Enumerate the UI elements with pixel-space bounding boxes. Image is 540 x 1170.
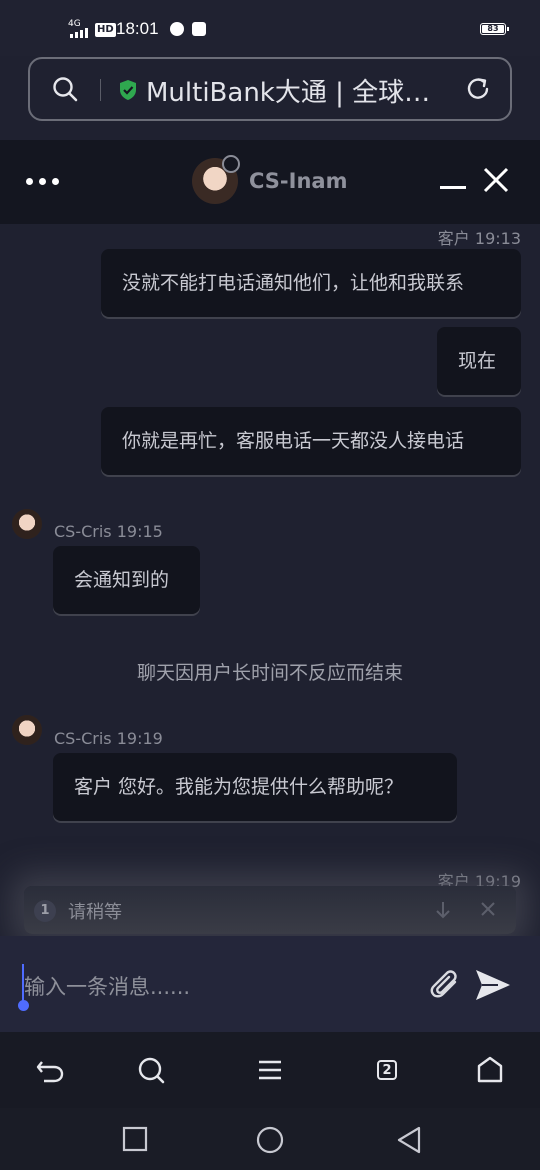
paperclip-icon[interactable] — [428, 968, 464, 1004]
battery-icon: 83 — [480, 23, 509, 35]
search-icon[interactable] — [52, 76, 78, 102]
shield-check-icon — [120, 80, 136, 100]
page-title[interactable]: MultiBank大通 | 全球… — [146, 72, 446, 109]
message-meta: CS-Cris 19:15 — [54, 522, 163, 541]
agent-avatar — [12, 509, 42, 539]
chat-header: CS-Inam — [0, 140, 540, 224]
agent-message: 会通知到的 — [53, 546, 200, 614]
menu-icon[interactable] — [254, 1054, 286, 1086]
close-icon[interactable] — [482, 166, 510, 194]
customer-message: 你就是再忙，客服电话一天都没人接电话 — [101, 407, 521, 475]
message-composer: 输入一条消息...... — [0, 936, 540, 1032]
close-icon[interactable] — [480, 901, 496, 917]
agent-name: CS-Inam — [249, 169, 348, 193]
address-bar[interactable]: MultiBank大通 | 全球… — [28, 57, 512, 121]
send-icon[interactable] — [474, 968, 512, 1002]
status-bar: 4G HD 18:01 83 — [0, 0, 540, 56]
customer-message: 没就不能打电话通知他们，让他和我联系 — [101, 249, 521, 317]
system-note: 聊天因用户长时间不反应而结束 — [136, 662, 403, 684]
waiting-banner: 1 请稍等 — [24, 886, 516, 934]
signal-icon — [70, 26, 92, 38]
waiting-text: 请稍等 — [68, 902, 122, 923]
search-icon[interactable] — [136, 1054, 168, 1086]
flash-icon — [192, 22, 206, 36]
home-circle-icon[interactable] — [256, 1126, 284, 1154]
customer-message: 现在 — [437, 327, 521, 395]
agent-avatar — [12, 715, 42, 745]
text-cursor — [22, 964, 24, 1004]
more-dots-icon[interactable] — [26, 178, 60, 186]
home-icon[interactable] — [474, 1054, 506, 1086]
recents-icon[interactable] — [122, 1126, 148, 1152]
back-triangle-icon[interactable] — [396, 1126, 422, 1154]
status-ring-icon — [222, 155, 240, 173]
browser-toolbar: 2 — [0, 1032, 540, 1108]
back-icon[interactable] — [34, 1054, 66, 1086]
arrow-down-icon[interactable] — [434, 900, 452, 920]
tabs-count-icon[interactable]: 2 — [377, 1060, 397, 1080]
status-time: 18:01 — [116, 19, 159, 38]
divider — [100, 79, 101, 101]
queue-number: 1 — [34, 900, 56, 922]
message-meta: CS-Cris 19:19 — [54, 729, 163, 748]
battery-level: 83 — [482, 25, 504, 33]
message-meta: 客户 19:13 — [437, 229, 521, 248]
message-input[interactable]: 输入一条消息...... — [24, 971, 190, 1001]
agent-message: 客户 您好。我能为您提供什么帮助呢？ — [53, 753, 457, 821]
cursor-handle[interactable] — [18, 1000, 29, 1011]
hd-icon: HD — [95, 23, 116, 37]
minimize-icon[interactable] — [440, 186, 466, 189]
reload-icon[interactable] — [464, 75, 492, 103]
compass-icon — [170, 22, 184, 36]
system-navigation — [0, 1108, 540, 1170]
